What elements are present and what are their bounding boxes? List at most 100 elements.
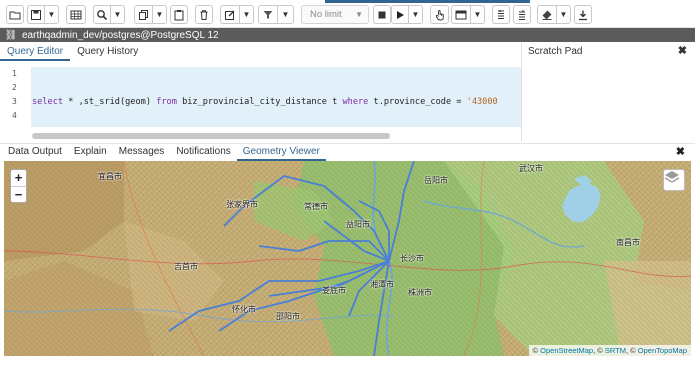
map-label: 常德市	[304, 202, 328, 211]
filter-dropdown[interactable]: ▼	[278, 5, 294, 24]
code-text: biz_provincial_city_distance t	[176, 97, 343, 107]
close-icon[interactable]: ✖	[676, 145, 685, 158]
map-label: 武汉市	[519, 164, 543, 173]
explain-analyze-button[interactable]	[451, 5, 471, 24]
chevron-down-icon: ▼	[281, 10, 290, 19]
eraser-icon	[542, 10, 552, 20]
geometry-map[interactable]: 张家界市 岳阳市 常德市 益阳市 怀化市 长沙市 湘潭市 株洲市 娄底市 吉首市…	[4, 161, 691, 356]
filter-button[interactable]	[258, 5, 278, 24]
toolbar-accent	[325, 0, 530, 3]
code-text: * ,st_srid(geom)	[63, 97, 157, 107]
limit-select[interactable]: No limit ▼	[301, 5, 369, 24]
line-number: 1	[12, 69, 17, 78]
execute-dropdown[interactable]: ▼	[409, 5, 423, 24]
scratch-pad-textarea[interactable]	[521, 61, 695, 141]
zoom-control: + −	[10, 169, 27, 203]
tab-query-editor[interactable]: Query Editor	[0, 43, 71, 61]
map-label: 娄底市	[322, 286, 346, 295]
edit-grid-button[interactable]	[66, 5, 86, 24]
rollback-button[interactable]	[513, 5, 531, 24]
find-dropdown[interactable]: ▼	[111, 5, 125, 24]
code-string: '43000	[466, 97, 498, 107]
code-text: t.province_code =	[368, 97, 467, 107]
srtm-link[interactable]: SRTM	[605, 346, 626, 355]
map-attribution: © OpenStreetMap, © SRTM, © OpenTopoMap	[528, 345, 691, 356]
zoom-out-button[interactable]: −	[11, 186, 26, 202]
save-button[interactable]	[27, 5, 45, 24]
execute-button[interactable]	[391, 5, 409, 24]
tab-explain[interactable]: Explain	[68, 144, 113, 161]
map-label: 张家界市	[226, 200, 258, 209]
terrain-basemap	[4, 161, 691, 356]
trash-icon	[200, 9, 208, 20]
map-label: 湘潭市	[370, 280, 394, 289]
save-icon	[31, 9, 41, 20]
save-dropdown[interactable]: ▼	[45, 5, 59, 24]
chevron-down-icon: ▼	[355, 10, 363, 19]
tab-notifications[interactable]: Notifications	[170, 144, 236, 161]
limit-select-value: No limit	[310, 9, 342, 20]
clear-button[interactable]	[537, 5, 557, 24]
opentopomap-link[interactable]: OpenTopoMap	[638, 346, 687, 355]
explain-button[interactable]	[430, 5, 449, 24]
explain-dropdown[interactable]: ▼	[471, 5, 485, 24]
hand-pointer-icon	[435, 9, 444, 20]
commit-icon	[498, 9, 504, 19]
map-label: 吉首市	[174, 262, 198, 271]
paste-icon	[174, 9, 184, 20]
line-number: 4	[12, 111, 17, 120]
attribution-text: , ©	[626, 346, 638, 355]
tab-data-output[interactable]: Data Output	[0, 144, 68, 161]
edit-button[interactable]	[220, 5, 240, 24]
map-label: 长沙市	[400, 254, 424, 263]
pencil-square-icon	[225, 10, 235, 20]
commit-button[interactable]	[492, 5, 510, 24]
tab-query-history[interactable]: Query History	[70, 43, 145, 61]
stop-icon	[378, 11, 386, 18]
chevron-down-icon: ▼	[559, 10, 568, 19]
stop-button[interactable]	[373, 5, 391, 24]
zoom-in-button[interactable]: +	[11, 170, 26, 186]
map-label: 益阳市	[346, 220, 370, 229]
code-keyword: from	[156, 97, 177, 107]
code-keyword: where	[342, 97, 369, 107]
line-number: 2	[12, 83, 17, 92]
copy-button[interactable]	[134, 5, 153, 24]
tab-geometry-viewer[interactable]: Geometry Viewer	[236, 144, 326, 161]
clear-dropdown[interactable]: ▼	[557, 5, 571, 24]
chevron-down-icon: ▼	[47, 10, 56, 19]
download-icon	[579, 10, 587, 20]
connection-label[interactable]: earthqadmin_dev/postgres@PostgreSQL 12	[22, 30, 219, 41]
delete-button[interactable]	[195, 5, 213, 24]
link-icon[interactable]: ⛓	[0, 30, 22, 41]
sql-code-line[interactable]: select * ,st_srid(geom) from biz_provinc…	[32, 97, 498, 107]
filter-icon	[263, 10, 273, 19]
map-label: 株洲市	[408, 288, 432, 297]
osm-link[interactable]: OpenStreetMap	[540, 346, 593, 355]
folder-icon	[9, 11, 21, 19]
chevron-down-icon: ▼	[411, 10, 420, 19]
chevron-down-icon: ▼	[242, 10, 251, 19]
layers-icon	[664, 171, 680, 183]
layers-button[interactable]	[663, 169, 685, 191]
attribution-text: , ©	[593, 346, 605, 355]
download-button[interactable]	[574, 5, 592, 24]
paste-button[interactable]	[170, 5, 188, 24]
open-file-button[interactable]	[6, 5, 24, 24]
close-icon[interactable]: ✖	[678, 43, 687, 60]
query-toolbar: ▼ ▼ ▼ ▼ ▼ No limit ▼ ▼ ▼ ▼	[0, 0, 695, 28]
find-button[interactable]	[93, 5, 111, 24]
scratch-pad-title: Scratch Pad	[528, 46, 583, 57]
tab-messages[interactable]: Messages	[113, 144, 171, 161]
map-label: 岳阳市	[424, 176, 448, 185]
copy-dropdown[interactable]: ▼	[153, 5, 167, 24]
map-label: 南昌市	[616, 238, 640, 247]
grid-icon	[70, 10, 82, 19]
output-tabs: Data Output Explain Messages Notificatio…	[0, 143, 695, 161]
attribution-text: ©	[532, 346, 541, 355]
editor-tabs: Query Editor Query History	[0, 43, 145, 61]
horizontal-scrollbar[interactable]	[32, 133, 390, 139]
edit-dropdown[interactable]: ▼	[240, 5, 254, 24]
code-keyword: select	[32, 97, 64, 107]
map-label: 怀化市	[232, 305, 256, 314]
